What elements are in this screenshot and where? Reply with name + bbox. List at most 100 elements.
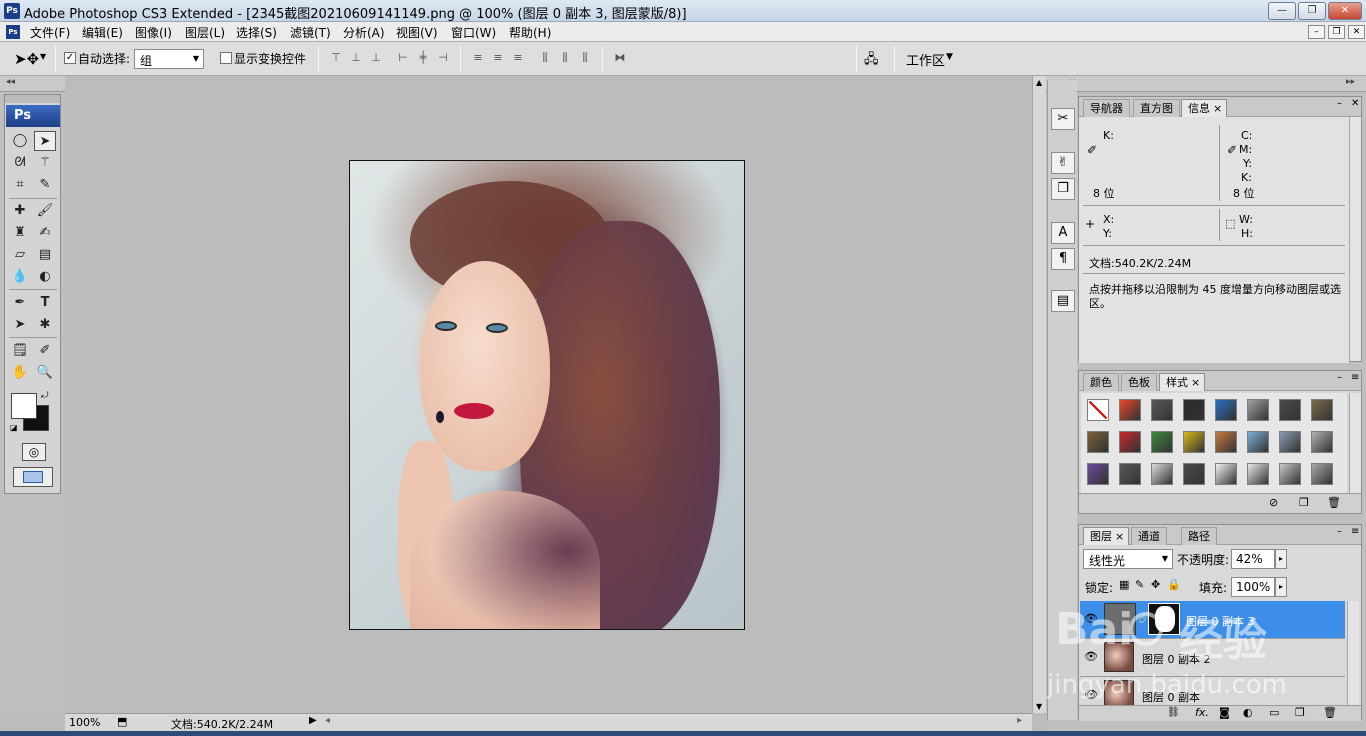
new-group-icon[interactable]: ▭ (1269, 706, 1279, 719)
status-info-icon[interactable]: ⬒ (117, 715, 127, 728)
gradient-tool-icon[interactable]: ▤ (34, 245, 56, 265)
type-tool-icon[interactable]: T (34, 293, 56, 313)
lock-transparent-icon[interactable]: ▦ (1119, 578, 1129, 591)
notes-tool-icon[interactable]: 🗒 (9, 341, 31, 361)
layer-name[interactable]: 图层 0 副本 2 (1142, 651, 1211, 667)
align-top-icon[interactable]: ⊤ (328, 51, 344, 65)
panel-menu-icon[interactable]: ≡ (1351, 372, 1359, 383)
style-swatch[interactable] (1247, 399, 1269, 421)
document-image[interactable] (349, 160, 745, 630)
doc-close-button[interactable]: ✕ (1348, 25, 1365, 39)
history-brush-tool-icon[interactable]: ✍ (34, 223, 56, 243)
style-swatch[interactable] (1279, 431, 1301, 453)
style-swatch[interactable] (1311, 399, 1333, 421)
layer-row[interactable]: 👁 图层 0 副本 2 (1080, 639, 1345, 677)
close-window-button[interactable]: ✕ (1328, 2, 1362, 20)
style-swatch[interactable] (1119, 399, 1141, 421)
align-right-icon[interactable]: ⊣ (435, 51, 451, 65)
zoom-tool-icon[interactable]: 🔍 (34, 363, 56, 383)
scroll-down-icon[interactable]: ▼ (1036, 702, 1042, 711)
distribute-hcenter-icon[interactable]: ⫼ (557, 51, 573, 65)
tab-swatches[interactable]: 色板 (1121, 373, 1157, 391)
dodge-tool-icon[interactable]: ◐ (34, 267, 56, 287)
quick-mask-icon[interactable]: ◎ (22, 443, 46, 461)
distribute-vcenter-icon[interactable]: ≡ (490, 51, 506, 65)
eyedropper-tool-icon[interactable]: ✐ (34, 341, 56, 361)
layer-effects-icon[interactable]: fx. (1195, 706, 1209, 719)
menu-select[interactable]: 选择(S) (236, 24, 277, 41)
lock-position-icon[interactable]: ✥ (1151, 578, 1160, 591)
align-left-icon[interactable]: ⊢ (395, 51, 411, 65)
close-tab-icon[interactable]: × (1191, 376, 1200, 389)
default-colors-icon[interactable]: ◪ (10, 423, 18, 432)
healing-brush-tool-icon[interactable]: ✚ (9, 201, 31, 221)
menu-edit[interactable]: 编辑(E) (82, 24, 123, 41)
style-swatch[interactable] (1311, 431, 1333, 453)
new-style-icon[interactable]: ❐ (1299, 496, 1309, 509)
style-swatch[interactable] (1151, 431, 1173, 453)
link-layers-icon[interactable]: ⛓ (1167, 707, 1180, 718)
style-swatch[interactable] (1215, 399, 1237, 421)
workspace-label[interactable]: 工作区 (906, 50, 945, 69)
move-tool-icon[interactable]: ➤✥ (14, 50, 39, 68)
clear-style-icon[interactable]: ⊘ (1269, 496, 1278, 509)
add-mask-icon[interactable]: ◙ (1219, 706, 1230, 719)
bridge-icon[interactable]: 🖧 (864, 50, 888, 68)
clone-stamp-tool-icon[interactable]: ♜ (9, 223, 31, 243)
show-transform-checkbox[interactable] (220, 52, 232, 64)
auto-align-icon[interactable]: ⧓ (612, 51, 628, 65)
tab-paths[interactable]: 路径 (1181, 527, 1217, 545)
style-swatch[interactable] (1087, 463, 1109, 485)
lasso-tool-icon[interactable]: ᘛ (9, 153, 31, 173)
clone-source-icon[interactable]: ❐ (1051, 178, 1075, 200)
layer-name[interactable]: 图层 0 副本 (1142, 689, 1200, 705)
character-panel-icon[interactable]: A (1051, 222, 1075, 244)
dock-expand-right-icon[interactable]: ▸▸ (1346, 77, 1355, 87)
layer-name[interactable]: 图层 0 副本 3 (1186, 613, 1255, 629)
distribute-bottom-icon[interactable]: ≡ (510, 51, 526, 65)
brush-tool-icon[interactable]: 🖌 (34, 201, 56, 221)
opacity-slider-arrow-icon[interactable]: ▸ (1275, 549, 1287, 569)
menu-image[interactable]: 图像(I) (135, 24, 172, 41)
blend-mode-dropdown[interactable]: 线性光 ▼ (1083, 549, 1173, 569)
lock-all-icon[interactable]: 🔒 (1167, 578, 1181, 591)
slice-tool-icon[interactable]: ✎ (34, 175, 56, 195)
style-swatch[interactable] (1247, 463, 1269, 485)
crop-tool-icon[interactable]: ⌗ (9, 175, 31, 195)
brushes-panel-icon[interactable]: ✌ (1051, 152, 1075, 174)
layer-row-selected[interactable]: 👁 🔗 图层 0 副本 3 (1080, 601, 1345, 639)
custom-shape-tool-icon[interactable]: ✱ (34, 315, 56, 335)
auto-select-checkbox[interactable]: ✓ (64, 52, 76, 64)
magic-wand-tool-icon[interactable]: ⚚ (34, 153, 56, 173)
menu-filter[interactable]: 滤镜(T) (290, 24, 331, 41)
opacity-input[interactable]: 42% (1231, 549, 1275, 569)
hand-tool-icon[interactable]: ✋ (9, 363, 31, 383)
fill-input[interactable]: 100% (1231, 577, 1275, 597)
maximize-button[interactable]: ❐ (1298, 2, 1326, 20)
style-swatch[interactable] (1215, 463, 1237, 485)
tools-preset-icon[interactable]: ✂ (1051, 108, 1075, 130)
style-swatch[interactable] (1311, 463, 1333, 485)
distribute-top-icon[interactable]: ≡ (470, 51, 486, 65)
foreground-color-swatch[interactable] (11, 393, 37, 419)
close-tab-icon[interactable]: × (1213, 102, 1222, 115)
adjustment-layer-icon[interactable]: ◐ (1243, 706, 1253, 719)
style-swatch[interactable] (1183, 399, 1205, 421)
panel-minimize-icon[interactable]: – (1337, 372, 1342, 383)
visibility-eye-icon[interactable]: 👁 (1084, 650, 1098, 663)
tab-channels[interactable]: 通道 (1131, 527, 1167, 545)
tab-styles[interactable]: 样式 × (1159, 373, 1205, 391)
style-swatch[interactable] (1215, 431, 1237, 453)
align-hcenter-icon[interactable]: ╪ (415, 51, 431, 65)
workspace-chevron-down-icon[interactable]: ▼ (946, 52, 953, 62)
visibility-eye-icon[interactable]: 👁 (1084, 688, 1098, 701)
eraser-tool-icon[interactable]: ▱ (9, 245, 31, 265)
delete-layer-icon[interactable]: 🗑 (1323, 706, 1337, 719)
doc-minimize-button[interactable]: – (1308, 25, 1325, 39)
menu-analysis[interactable]: 分析(A) (343, 24, 385, 41)
swap-colors-icon[interactable]: ⤾ (41, 391, 49, 401)
menu-layer[interactable]: 图层(L) (185, 24, 225, 41)
menu-window[interactable]: 窗口(W) (451, 24, 496, 41)
vertical-scrollbar[interactable]: ▲ ▼ (1032, 76, 1046, 713)
toolbox-grip[interactable] (5, 95, 60, 103)
